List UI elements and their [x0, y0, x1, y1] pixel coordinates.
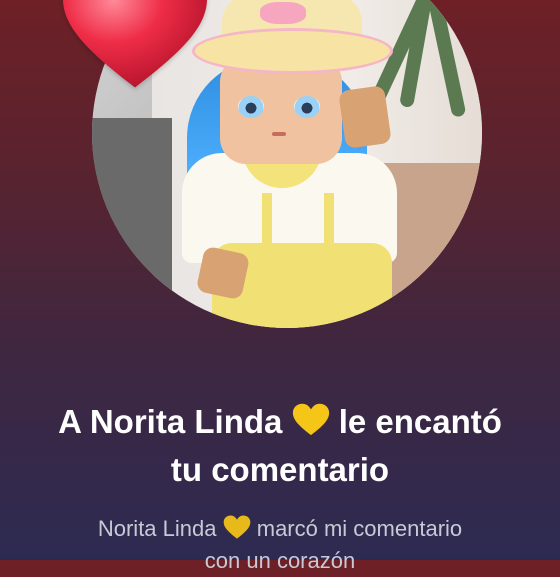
yellow-heart-icon: [223, 515, 250, 539]
avatar-mouth: [272, 132, 286, 136]
subtext-line-1: Norita Linda marcó mi comentario: [0, 513, 560, 545]
avatar-eye: [294, 96, 320, 118]
avatar-hat-bow: [260, 2, 306, 24]
yellow-heart-icon: [292, 403, 329, 436]
notification-headline: A Norita Linda le encantó tu comentario: [0, 398, 560, 494]
avatar-hat-brim: [192, 28, 393, 74]
subtext-body: marcó mi comentario: [256, 516, 463, 541]
headline-mid: le encantó: [338, 403, 502, 440]
headline-prefix: A Norita Linda: [58, 403, 283, 440]
avatar-hand: [195, 245, 251, 301]
notification-subtext: Norita Linda marcó mi comentario con un …: [0, 513, 560, 577]
avatar-eye: [238, 96, 264, 118]
background-frame: [92, 118, 172, 328]
subtext-prefix: Norita Linda: [97, 516, 217, 541]
avatar-fist: [338, 85, 392, 149]
headline-line-1: A Norita Linda le encantó: [0, 398, 560, 446]
red-heart-icon: [63, 0, 207, 88]
headline-line-2: tu comentario: [170, 451, 390, 488]
subtext-line-2: con un corazón: [204, 548, 356, 573]
